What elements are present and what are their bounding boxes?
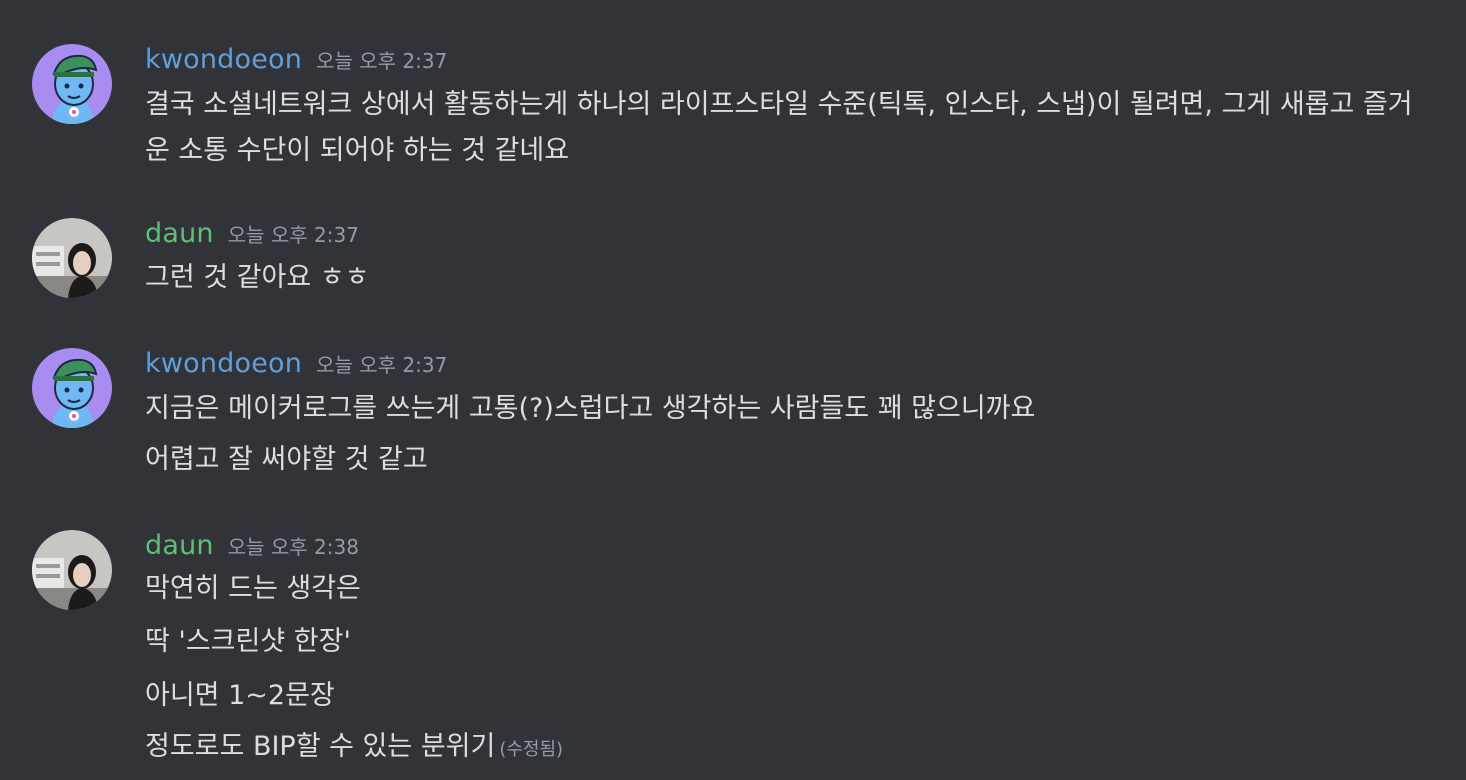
photo-avatar-icon: [32, 218, 112, 298]
message-header: kwondoeon 오늘 오후 2:37: [145, 348, 447, 384]
avatar-kwondoeon[interactable]: [32, 44, 112, 124]
message-content: 결국 소셜네트워크 상에서 활동하는게 하나의 라이프스타일 수준(틱톡, 인스…: [145, 89, 1413, 166]
photo-avatar-icon: [32, 530, 112, 610]
message-content: 어렵고 잘 써야할 것 같고: [145, 444, 428, 475]
edited-label[interactable]: (수정됨): [499, 739, 563, 760]
avatar-kwondoeon[interactable]: [32, 348, 112, 428]
username[interactable]: daun: [145, 218, 214, 249]
cartoon-avatar-icon: [32, 44, 112, 124]
message-content: 지금은 메이커로그를 쓰는게 고통(?)스럽다고 생각하는 사람들도 꽤 많으니…: [145, 393, 1036, 424]
message-header: daun 오늘 오후 2:38: [145, 530, 359, 566]
username[interactable]: daun: [145, 530, 214, 561]
message-content: 아니면 1~2문장: [145, 680, 335, 711]
timestamp[interactable]: 오늘 오후 2:38: [228, 531, 359, 560]
avatar-daun[interactable]: [32, 218, 112, 298]
timestamp[interactable]: 오늘 오후 2:37: [316, 45, 447, 74]
message-text: 정도로도 BIP할 수 있는 분위기: [145, 731, 496, 762]
timestamp[interactable]: 오늘 오후 2:37: [228, 219, 359, 248]
message-content: 딱 '스크린샷 한장': [145, 626, 351, 657]
avatar-daun[interactable]: [32, 530, 112, 610]
message-content: 정도로도 BIP할 수 있는 분위기 (수정됨): [145, 724, 563, 773]
message-content: 그런 것 같아요 ㅎㅎ: [145, 262, 370, 293]
chat-message-list: kwondoeon 오늘 오후 2:37 결국 소셜네트워크 상에서 활동하는게…: [0, 0, 1466, 780]
message-content: 막연히 드는 생각은: [145, 573, 361, 604]
username[interactable]: kwondoeon: [145, 348, 302, 379]
message-header: kwondoeon 오늘 오후 2:37: [145, 44, 447, 80]
message-header: daun 오늘 오후 2:37: [145, 218, 359, 254]
username[interactable]: kwondoeon: [145, 44, 302, 75]
timestamp[interactable]: 오늘 오후 2:37: [316, 349, 447, 378]
cartoon-avatar-icon: [32, 348, 112, 428]
